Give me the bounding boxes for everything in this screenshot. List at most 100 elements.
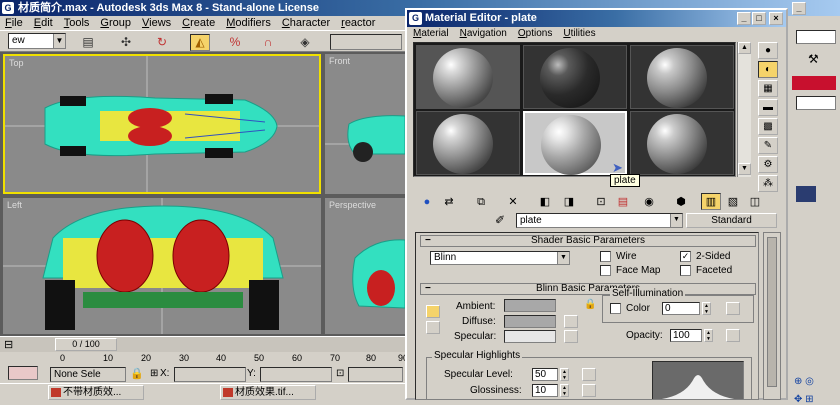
viewport-left[interactable]: Left: [3, 198, 321, 334]
absolute-mode-icon[interactable]: ⊞: [150, 368, 158, 379]
utilities-hammer-icon[interactable]: ⚒: [808, 52, 819, 66]
sample-slot-2[interactable]: [523, 45, 627, 109]
material-editor-title-bar[interactable]: G Material Editor - plate _ □ ×: [407, 10, 786, 27]
backlight-icon[interactable]: ◐: [758, 61, 778, 78]
menu-edit[interactable]: Edit: [29, 16, 59, 30]
shader-rollout-header[interactable]: − Shader Basic Parameters: [420, 235, 756, 247]
timeline-expand-icon[interactable]: ⊟: [4, 338, 13, 351]
viewport-top[interactable]: Top: [3, 54, 321, 194]
scroll-down-icon[interactable]: ▼: [738, 163, 751, 175]
shader-type-dropdown[interactable]: Blinn ▼: [430, 251, 570, 265]
self-illum-color-checkbox[interactable]: [610, 303, 621, 314]
menu-reactor[interactable]: reactor: [336, 16, 381, 30]
specular-level-field[interactable]: 50: [532, 368, 558, 381]
material-effects-channel-icon[interactable]: ▤: [613, 193, 633, 210]
lock-ambient-diffuse-icon[interactable]: [426, 305, 440, 318]
get-material-icon[interactable]: ●: [417, 193, 437, 210]
viewport-perspective[interactable]: Perspective: [325, 198, 405, 334]
specular-map-button[interactable]: [564, 330, 578, 343]
selection-filter-dropdown[interactable]: ew ▼: [8, 33, 66, 49]
maximize-icon[interactable]: □: [752, 12, 766, 25]
select-by-name-icon[interactable]: ▤: [78, 34, 98, 51]
taskbar-item-2[interactable]: 材质效果.tif...: [220, 385, 316, 400]
show-end-result-icon[interactable]: ⬢: [671, 193, 691, 210]
named-selection-icon[interactable]: ◈: [295, 34, 315, 51]
put-to-scene-icon[interactable]: ⇄: [439, 193, 459, 210]
make-unique-icon[interactable]: ◨: [559, 193, 579, 210]
object-color-swatch[interactable]: [792, 76, 836, 90]
blinn-rollout-header[interactable]: − Blinn Basic Parameters: [420, 283, 756, 295]
faceted-checkbox[interactable]: [680, 265, 691, 276]
make-preview-icon[interactable]: ✎: [758, 137, 778, 154]
sample-slots-scrollbar[interactable]: ▲ ▼: [737, 42, 751, 177]
specular-color-swatch[interactable]: [504, 330, 556, 343]
coord-y-field[interactable]: [260, 367, 332, 382]
spinner-icon[interactable]: ▲ ▼: [560, 368, 569, 381]
diffuse-color-swatch[interactable]: [504, 315, 556, 328]
select-by-material-icon[interactable]: ⁂: [758, 175, 778, 192]
menu-navigation[interactable]: Navigation: [454, 27, 512, 41]
command-panel-dropdown[interactable]: [796, 96, 836, 110]
put-to-library-icon[interactable]: ⊡: [591, 193, 611, 210]
glossiness-field[interactable]: 10: [532, 384, 558, 397]
lock-selection-icon[interactable]: 🔒: [130, 367, 144, 380]
menu-modifiers[interactable]: Modifiers: [221, 16, 277, 30]
menu-group[interactable]: Group: [95, 16, 137, 30]
glossiness-map-button[interactable]: [582, 384, 596, 397]
spinner-icon[interactable]: ▲ ▼: [704, 329, 713, 342]
coord-z-field[interactable]: [348, 367, 403, 382]
viewport-nav-icon[interactable]: ⊕ ◎: [794, 376, 814, 387]
lock-diffuse-specular-icon[interactable]: [426, 321, 440, 334]
menu-character[interactable]: Character: [277, 16, 336, 30]
menu-create[interactable]: Create: [177, 16, 221, 30]
pick-material-eyedropper-icon[interactable]: ✐: [495, 213, 505, 227]
sample-uv-tiling-icon[interactable]: ▬: [758, 99, 778, 116]
command-panel-field[interactable]: [796, 30, 836, 44]
menu-tools[interactable]: Tools: [59, 16, 96, 30]
angle-snap-icon[interactable]: %: [225, 34, 245, 51]
menu-views[interactable]: Views: [137, 16, 177, 30]
select-move-icon[interactable]: ✣: [116, 34, 136, 51]
sample-slot-6[interactable]: [630, 111, 734, 175]
spinner-icon[interactable]: ▲ ▼: [702, 302, 711, 315]
cmd-panel-button[interactable]: [796, 186, 816, 202]
opacity-map-button[interactable]: [726, 329, 740, 342]
opacity-value-field[interactable]: 100: [670, 329, 702, 342]
go-forward-to-sibling-icon[interactable]: ▧: [723, 193, 743, 210]
self-illum-value-field[interactable]: 0: [662, 302, 700, 315]
time-slider-track[interactable]: ⊟ 0 / 100: [0, 336, 405, 352]
menu-utilities[interactable]: Utilities: [557, 27, 600, 41]
go-to-parent-icon[interactable]: ▥: [701, 193, 721, 210]
material-type-button[interactable]: Standard: [686, 213, 777, 228]
assign-to-selection-icon[interactable]: ⧉: [471, 193, 491, 210]
close-icon[interactable]: ×: [769, 12, 783, 25]
spinner-snap-icon[interactable]: ∩: [258, 34, 278, 51]
ambient-color-swatch[interactable]: [504, 299, 556, 312]
taskbar-item-1[interactable]: 不带材质效...: [48, 385, 144, 400]
named-selection-field[interactable]: [330, 34, 402, 50]
options-icon[interactable]: ⚙: [758, 156, 778, 173]
material-name-field[interactable]: plate ▼: [516, 213, 683, 228]
menu-material[interactable]: Material: [407, 27, 454, 41]
reset-map-icon[interactable]: ✕: [503, 193, 523, 210]
rollout-scroll-thumb[interactable]: [767, 237, 777, 387]
make-copy-icon[interactable]: ◧: [535, 193, 555, 210]
select-rotate-icon[interactable]: ↻: [152, 34, 172, 51]
maxscript-listener-box[interactable]: [8, 366, 38, 380]
select-scale-icon[interactable]: ◭: [190, 34, 210, 51]
minimize-icon[interactable]: _: [737, 12, 751, 25]
wire-checkbox[interactable]: [600, 251, 611, 262]
rollout-scrollbar[interactable]: [763, 232, 781, 400]
track-bar-ruler[interactable]: 0 10 20 30 40 50 60 70 80 90: [0, 352, 408, 366]
main-minimize-icon[interactable]: _: [792, 2, 806, 15]
diffuse-map-button[interactable]: [564, 315, 578, 328]
specular-level-map-button[interactable]: [582, 368, 596, 381]
spinner-icon[interactable]: ▲ ▼: [560, 384, 569, 397]
scroll-up-icon[interactable]: ▲: [738, 42, 751, 54]
menu-options[interactable]: Options: [512, 27, 557, 41]
sample-type-sphere-icon[interactable]: ●: [758, 42, 778, 59]
video-color-check-icon[interactable]: ▩: [758, 118, 778, 135]
sample-slot-4[interactable]: [416, 111, 520, 175]
menu-file[interactable]: File: [0, 16, 29, 30]
background-checker-icon[interactable]: ▦: [758, 80, 778, 97]
